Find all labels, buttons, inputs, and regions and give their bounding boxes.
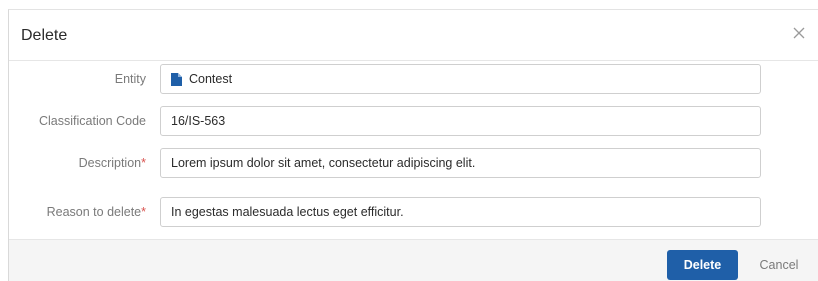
reason-value: In egestas malesuada lectus eget efficit…	[171, 205, 404, 219]
document-icon	[171, 72, 182, 86]
entity-value: Contest	[189, 72, 233, 86]
reason-label: Reason to delete*	[46, 205, 146, 219]
classification-code-field[interactable]: 16/IS-563	[160, 106, 761, 136]
classification-code-row: Classification Code 16/IS-563	[9, 106, 818, 138]
required-mark: *	[141, 205, 146, 219]
required-mark: *	[141, 156, 146, 170]
description-row: Description* Lorem ipsum dolor sit amet,…	[9, 148, 818, 180]
reason-row: Reason to delete* In egestas malesuada l…	[9, 197, 818, 229]
cancel-button[interactable]: Cancel	[754, 250, 804, 280]
entity-row: Entity Contest	[9, 64, 818, 96]
close-icon[interactable]	[792, 26, 806, 40]
entity-label: Entity	[114, 72, 146, 86]
dialog-footer: Delete Cancel	[9, 239, 818, 281]
delete-dialog: Delete Entity Contest Classification Cod…	[8, 9, 818, 281]
classification-code-value: 16/IS-563	[171, 114, 226, 128]
classification-code-label: Classification Code	[39, 114, 146, 128]
description-field[interactable]: Lorem ipsum dolor sit amet, consectetur …	[160, 148, 761, 178]
delete-button[interactable]: Delete	[667, 250, 738, 280]
dialog-title: Delete	[21, 27, 68, 44]
reason-field[interactable]: In egestas malesuada lectus eget efficit…	[160, 197, 761, 227]
description-label: Description*	[78, 156, 146, 170]
description-value: Lorem ipsum dolor sit amet, consectetur …	[171, 156, 476, 170]
dialog-header: Delete	[9, 10, 818, 61]
entity-field: Contest	[160, 64, 761, 94]
